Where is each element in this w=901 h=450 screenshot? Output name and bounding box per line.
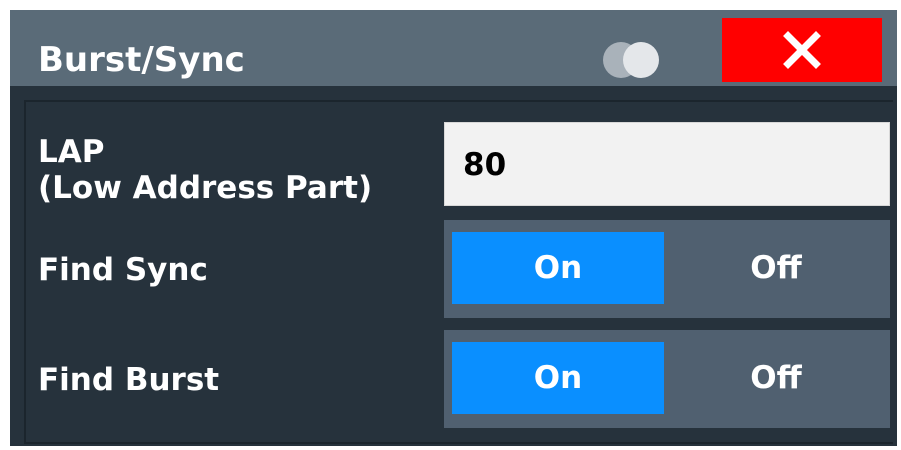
burst-sync-dialog: Burst/Sync LAP (Low Address Part) 80 Fin… — [0, 0, 901, 450]
find-burst-on-button[interactable]: On — [452, 342, 664, 414]
find-sync-label: Find Sync — [38, 252, 208, 288]
close-icon — [783, 31, 821, 69]
lap-input[interactable]: 80 — [444, 122, 890, 206]
overlap-circles-icon[interactable] — [597, 38, 667, 82]
lap-value: 80 — [463, 147, 507, 183]
find-sync-toggle: On Off — [444, 220, 890, 318]
lap-label: LAP (Low Address Part) — [38, 134, 372, 206]
find-sync-on-button[interactable]: On — [452, 232, 664, 304]
find-burst-off-button[interactable]: Off — [670, 342, 882, 414]
lap-label-line2: (Low Address Part) — [38, 170, 373, 206]
lap-label-line1: LAP — [38, 134, 105, 170]
dialog-title: Burst/Sync — [38, 40, 245, 80]
find-sync-off-button[interactable]: Off — [670, 232, 882, 304]
dialog-body: LAP (Low Address Part) 80 Find Sync On O… — [10, 86, 897, 446]
find-burst-label: Find Burst — [38, 362, 220, 398]
close-button[interactable] — [722, 18, 882, 82]
find-burst-toggle: On Off — [444, 330, 890, 428]
dialog-titlebar: Burst/Sync — [10, 10, 897, 86]
